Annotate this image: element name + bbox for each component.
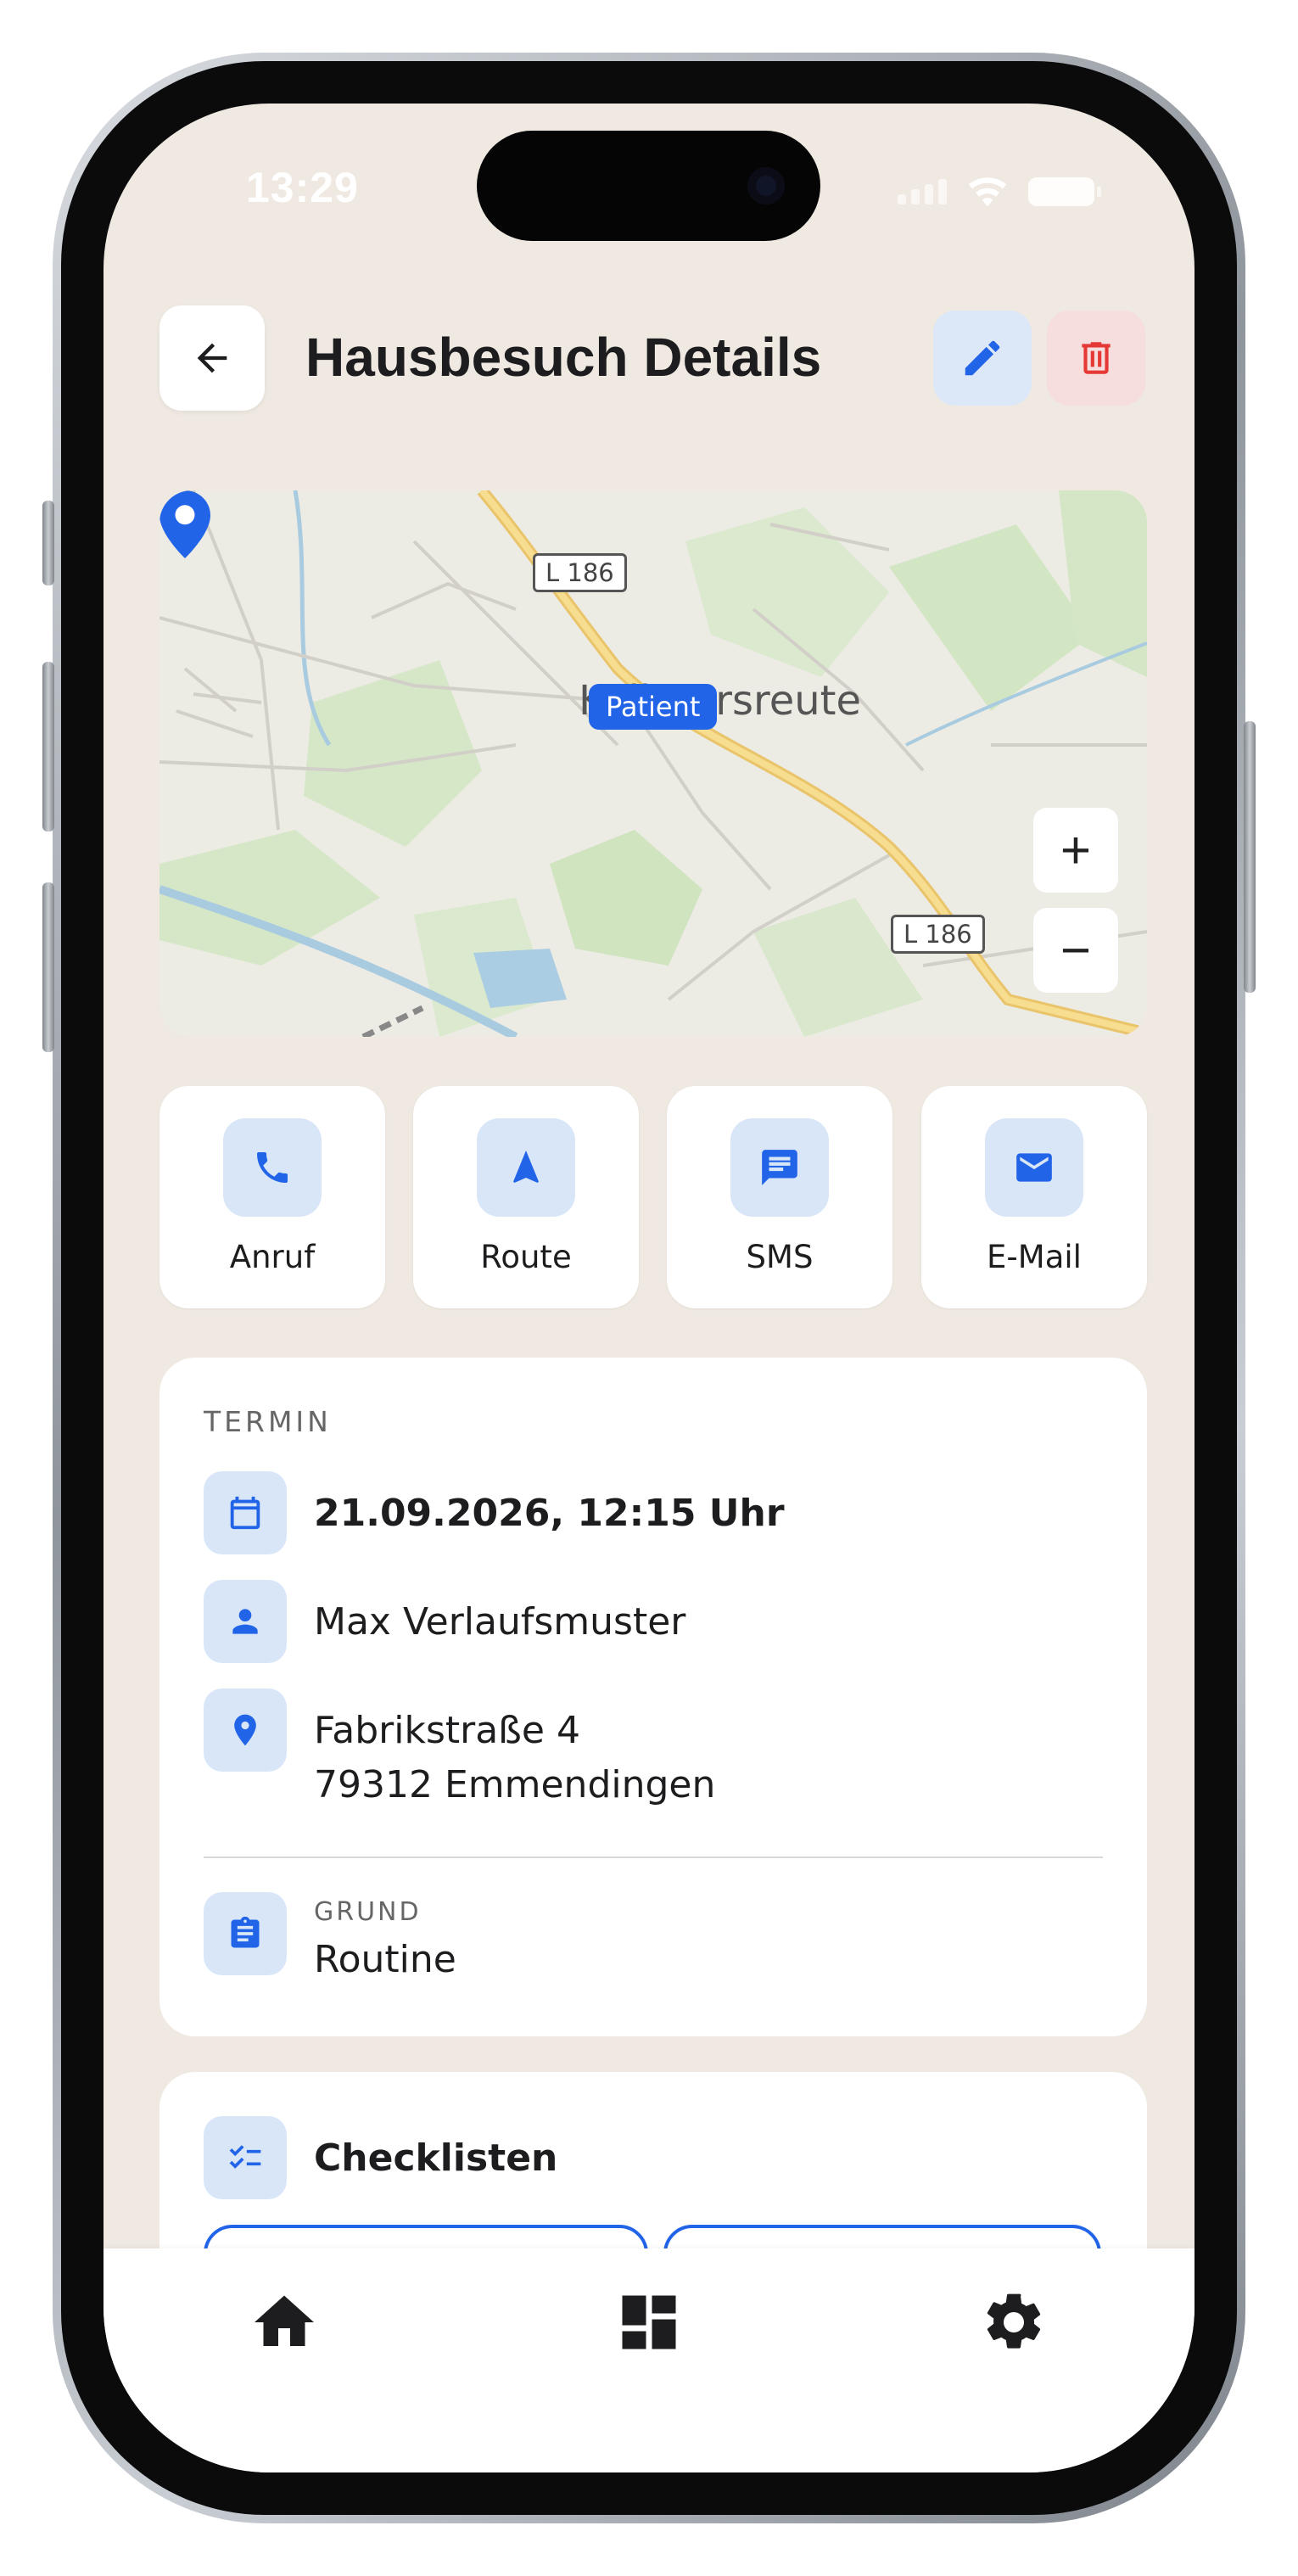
camera-icon bbox=[747, 167, 785, 204]
settings-icon bbox=[987, 2293, 1041, 2349]
nav-home[interactable] bbox=[246, 2284, 322, 2360]
section-label-termin: TERMIN bbox=[204, 1405, 332, 1438]
clipboard-icon bbox=[204, 1892, 287, 1975]
status-icons bbox=[898, 175, 1101, 209]
page-title: Hausbesuch Details bbox=[305, 327, 822, 388]
navigation-icon bbox=[477, 1118, 575, 1217]
marker-label: Patient bbox=[589, 684, 718, 730]
bottom-navigation bbox=[104, 2248, 1194, 2472]
map-view[interactable]: L 186 L 186 Kollmarsreute Patient + − bbox=[159, 490, 1147, 1037]
mail-icon bbox=[985, 1118, 1083, 1217]
call-label: Anruf bbox=[229, 1239, 316, 1275]
sms-action[interactable]: SMS bbox=[667, 1086, 892, 1308]
sms-label: SMS bbox=[746, 1239, 814, 1275]
road-label-bottom: L 186 bbox=[891, 915, 985, 954]
trash-icon bbox=[1082, 342, 1111, 374]
address-line2: 79312 Emmendingen bbox=[314, 1763, 716, 1806]
home-icon bbox=[255, 2295, 314, 2346]
checklists-title: Checklisten bbox=[314, 2136, 558, 2180]
person-icon bbox=[204, 1580, 287, 1663]
dynamic-island bbox=[477, 131, 820, 241]
edit-button[interactable] bbox=[933, 311, 1032, 406]
location-pin-icon[interactable] bbox=[159, 490, 210, 558]
route-action[interactable]: Route bbox=[413, 1086, 639, 1308]
volume-down-button bbox=[42, 882, 54, 1052]
route-label: Route bbox=[480, 1239, 572, 1275]
address-line1: Fabrikstraße 4 bbox=[314, 1709, 580, 1752]
status-time: 13:29 bbox=[246, 164, 359, 211]
patient-name[interactable]: Max Verlaufsmuster bbox=[314, 1600, 685, 1644]
checklist-icon bbox=[204, 2116, 287, 2199]
back-button[interactable] bbox=[159, 305, 265, 411]
location-icon bbox=[204, 1688, 287, 1772]
dashboard-icon bbox=[622, 2295, 676, 2349]
call-action[interactable]: Anruf bbox=[159, 1086, 385, 1308]
delete-button[interactable] bbox=[1047, 311, 1145, 406]
signal-icon bbox=[898, 179, 947, 204]
reason-value: Routine bbox=[314, 1938, 456, 1981]
appointment-datetime: 21.09.2026, 12:15 Uhr bbox=[314, 1492, 785, 1535]
appointment-card: TERMIN 21.09.2026, 12:15 Uhr Max Verlauf… bbox=[159, 1358, 1147, 2036]
road-label-top: L 186 bbox=[533, 553, 627, 592]
email-action[interactable]: E-Mail bbox=[921, 1086, 1147, 1308]
zoom-in-button[interactable]: + bbox=[1033, 808, 1118, 893]
calendar-icon bbox=[204, 1471, 287, 1554]
app-screen: 13:29 Hausbesuch Details L 186 L 186 Kol… bbox=[104, 104, 1194, 2472]
battery-icon bbox=[1028, 177, 1101, 206]
reason-label: GRUND bbox=[314, 1897, 422, 1927]
action-button bbox=[42, 501, 54, 585]
nav-dashboard[interactable] bbox=[611, 2284, 687, 2360]
email-label: E-Mail bbox=[987, 1239, 1082, 1275]
divider bbox=[204, 1856, 1103, 1858]
zoom-out-button[interactable]: − bbox=[1033, 908, 1118, 993]
pencil-icon bbox=[965, 340, 1000, 376]
phone-icon bbox=[223, 1118, 322, 1217]
arrow-back-icon bbox=[197, 343, 227, 373]
message-icon bbox=[730, 1118, 829, 1217]
wifi-icon bbox=[968, 177, 1007, 207]
nav-settings[interactable] bbox=[976, 2284, 1052, 2360]
map-tiles bbox=[159, 490, 1147, 1037]
volume-up-button bbox=[42, 662, 54, 832]
power-button bbox=[1244, 721, 1256, 993]
